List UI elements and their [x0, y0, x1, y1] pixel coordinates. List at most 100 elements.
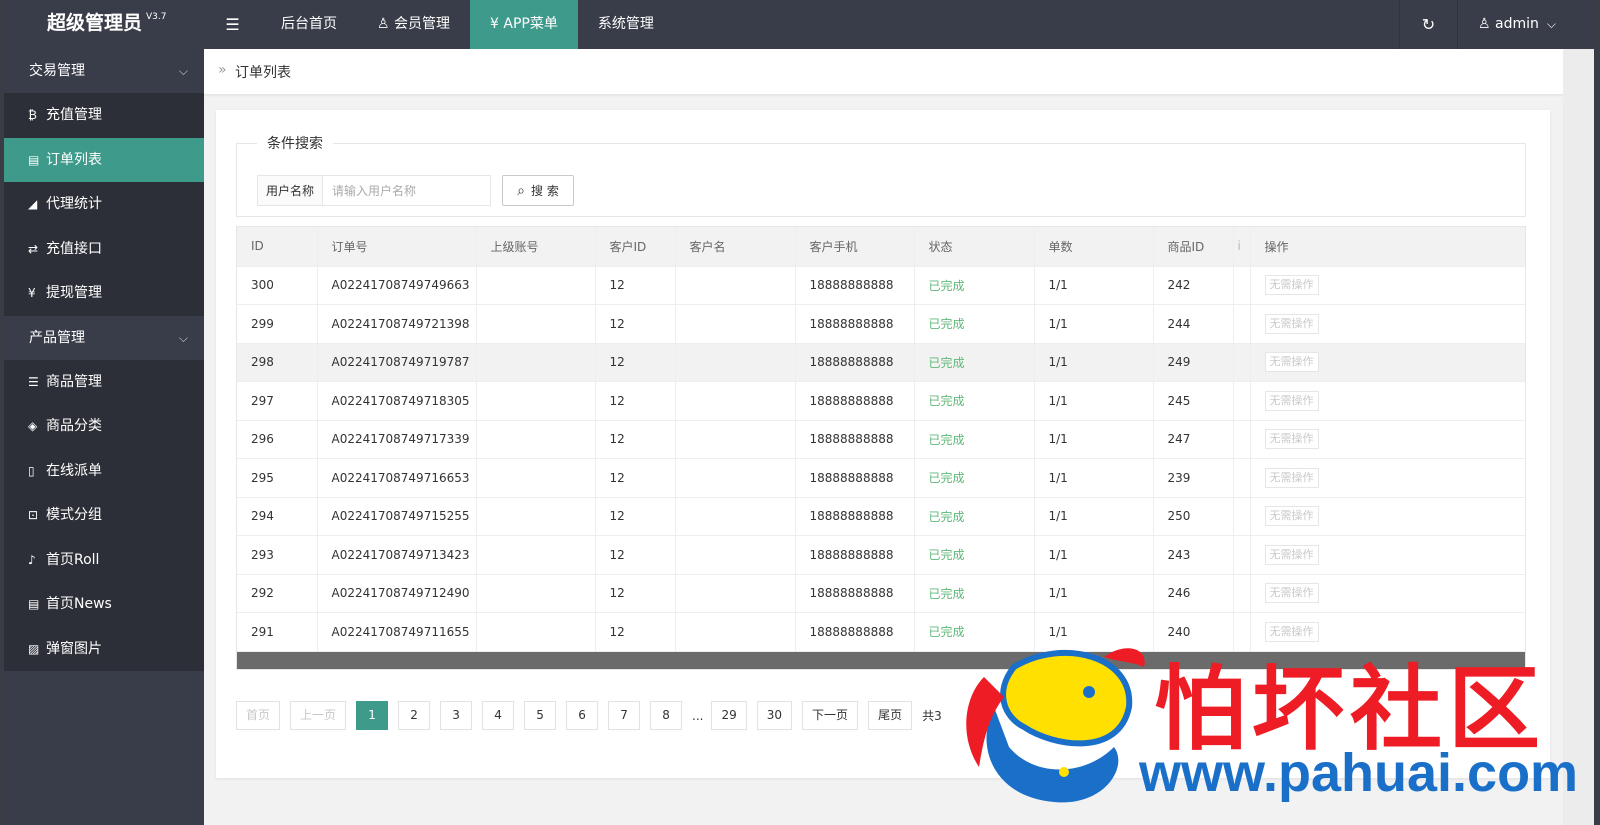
no-action-button[interactable]: 无需操作 [1264, 429, 1319, 450]
table-row[interactable]: 300 A02241708749749663 12 18888888888 已完成 1/1… [237, 266, 1525, 305]
table-row[interactable]: 295 A02241708749716653 12 18888888888 已完成 1/1… [237, 458, 1525, 498]
last-page-button[interactable]: 尾页 [868, 701, 913, 730]
nav-label: 系统管理 [597, 16, 654, 32]
col-order-no[interactable]: 订单号 [317, 227, 477, 267]
table-row[interactable]: 297 A02241708749718305 12 18888888888 已完成 1/1… [237, 381, 1525, 421]
no-action-button[interactable]: 无需操作 [1264, 506, 1319, 527]
no-action-button[interactable]: 无需操作 [1264, 390, 1319, 411]
cell-cname [675, 612, 796, 652]
cell-id: 296 [237, 420, 318, 459]
sidebar-item-home-roll[interactable]: ♪ 首页Roll [4, 537, 204, 582]
cell-pid: 246 [1153, 574, 1234, 613]
prev-page-button[interactable]: 上一页 [290, 701, 347, 730]
user-icon: ♙ [377, 16, 390, 32]
cell-extra [1233, 304, 1251, 344]
no-action-button[interactable]: 无需操作 [1264, 621, 1319, 642]
table-row[interactable]: 291 A02241708749711655 12 18888888888 已完成 1/1… [237, 612, 1525, 652]
page-7[interactable]: 7 [608, 701, 641, 730]
yen-icon: ¥ [490, 16, 499, 32]
sidebar-item-agent-stats[interactable]: ◢ 代理统计 [4, 182, 204, 227]
cell-pid: 249 [1153, 343, 1234, 382]
page-8[interactable]: 8 [650, 701, 683, 730]
sidebar-group-product[interactable]: 产品管理 ⌵ [4, 315, 204, 360]
cell-extra [1233, 574, 1251, 613]
cell-status: 已完成 [914, 381, 1035, 421]
sidebar-item-popup-image[interactable]: ▨ 弹窗图片 [4, 626, 204, 671]
cell-order: A02241708749721398 [317, 304, 477, 344]
nav-system[interactable]: 系统管理 [578, 0, 674, 49]
sidebar-item-dispatch[interactable]: ▯ 在线派单 [4, 448, 204, 493]
cell-cname [675, 420, 796, 459]
bell-icon: ♪ [28, 552, 36, 567]
cell-actions: 无需操作 [1249, 381, 1525, 421]
page-1[interactable]: 1 [356, 701, 389, 730]
sidebar-group-trade[interactable]: 交易管理 ⌵ [4, 49, 204, 93]
table-row[interactable]: 296 A02241708749717339 12 18888888888 已完成 1/1… [237, 420, 1525, 459]
table-row[interactable]: 293 A02241708749713423 12 18888888888 已完成 1/1… [237, 535, 1525, 575]
page-3[interactable]: 3 [440, 701, 473, 730]
app-logo: 超级管理员 V3.7 [4, 0, 204, 49]
cell-order: A02241708749715255 [317, 497, 477, 536]
page-29[interactable]: 29 [711, 701, 747, 730]
page-5[interactable]: 5 [524, 701, 557, 730]
username-search-input[interactable] [323, 175, 492, 206]
cell-parent [476, 343, 596, 382]
sidebar-item-goods[interactable]: ☰ 商品管理 [4, 359, 204, 404]
col-customer-phone[interactable]: 客户手机 [795, 227, 915, 267]
no-action-button[interactable]: 无需操作 [1264, 544, 1319, 565]
sidebar-item-home-news[interactable]: ▤ 首页News [4, 582, 204, 627]
col-customer-id[interactable]: 客户ID [595, 227, 676, 267]
no-action-button[interactable]: 无需操作 [1264, 275, 1319, 296]
cell-status: 已完成 [914, 497, 1035, 536]
table-row[interactable]: 292 A02241708749712490 12 18888888888 已完成 1/1… [237, 574, 1525, 613]
refresh-button[interactable]: ↻ [1399, 0, 1457, 49]
cell-cid: 12 [595, 304, 676, 344]
col-parent-account[interactable]: 上级账号 [476, 227, 596, 267]
page-4[interactable]: 4 [482, 701, 515, 730]
no-action-button[interactable]: 无需操作 [1264, 313, 1319, 334]
search-icon: ⌕ [517, 182, 526, 199]
page-30[interactable]: 30 [756, 701, 793, 730]
sidebar-item-orders[interactable]: ▤ 订单列表 [4, 137, 204, 182]
user-menu[interactable]: ♙ admin ⌵ [1457, 0, 1594, 49]
no-action-button[interactable]: 无需操作 [1264, 467, 1319, 488]
sidebar-item-goods-category[interactable]: ◈ 商品分类 [4, 404, 204, 449]
first-page-button[interactable]: 首页 [236, 701, 281, 730]
no-action-button[interactable]: 无需操作 [1264, 583, 1319, 604]
table-row[interactable]: 294 A02241708749715255 12 18888888888 已完成 1/1… [237, 497, 1525, 536]
cell-cid: 12 [595, 343, 676, 382]
cell-actions: 无需操作 [1249, 497, 1525, 536]
page-2[interactable]: 2 [398, 701, 431, 730]
sidebar-toggle-button[interactable]: ☰ [204, 0, 261, 49]
col-customer-name[interactable]: 客户名 [675, 227, 796, 267]
nav-members[interactable]: ♙ 会员管理 [357, 0, 470, 49]
sidebar-item-recharge-api[interactable]: ⇄ 充值接口 [4, 226, 204, 271]
col-truncated[interactable]: i [1233, 227, 1251, 267]
col-id[interactable]: ID [237, 227, 318, 267]
next-page-button[interactable]: 下一页 [802, 701, 859, 730]
cell-id: 298 [237, 343, 318, 382]
search-button[interactable]: ⌕ 搜 索 [502, 175, 575, 206]
table-row[interactable]: 298 A02241708749719787 12 18888888888 已完成 1/1… [237, 343, 1525, 382]
col-count[interactable]: 单数 [1034, 227, 1154, 267]
col-product-id[interactable]: 商品ID [1153, 227, 1234, 267]
nav-dashboard[interactable]: 后台首页 [261, 0, 357, 49]
sidebar-item-label: 代理统计 [46, 196, 102, 212]
nav-label: APP菜单 [503, 16, 558, 32]
page-6[interactable]: 6 [566, 701, 599, 730]
page-scrollbar[interactable] [1563, 49, 1594, 825]
sidebar-item-mode-group[interactable]: ⊡ 模式分组 [4, 493, 204, 538]
no-action-button[interactable]: 无需操作 [1264, 352, 1319, 373]
header-right: ↻ ♙ admin ⌵ [1399, 0, 1594, 49]
sidebar-item-withdraw[interactable]: ¥ 提现管理 [4, 271, 204, 316]
app-window: 超级管理员 V3.7 ☰ 后台首页 ♙ 会员管理 ¥ APP菜单 系统管理 ↻ ♙… [4, 0, 1594, 825]
breadcrumb-current[interactable]: 订单列表 [235, 62, 291, 82]
table-horizontal-scrollbar[interactable] [237, 652, 1525, 669]
nav-app-menu[interactable]: ¥ APP菜单 [470, 0, 578, 49]
nav-label: 后台首页 [281, 16, 337, 32]
cell-status: 已完成 [914, 266, 1035, 305]
sidebar-item-recharge[interactable]: ₿ 充值管理 [4, 93, 204, 138]
table-row[interactable]: 299 A02241708749721398 12 18888888888 已完成 1/1… [237, 304, 1525, 344]
cell-cid: 12 [595, 497, 676, 536]
col-status[interactable]: 状态 [914, 227, 1035, 267]
